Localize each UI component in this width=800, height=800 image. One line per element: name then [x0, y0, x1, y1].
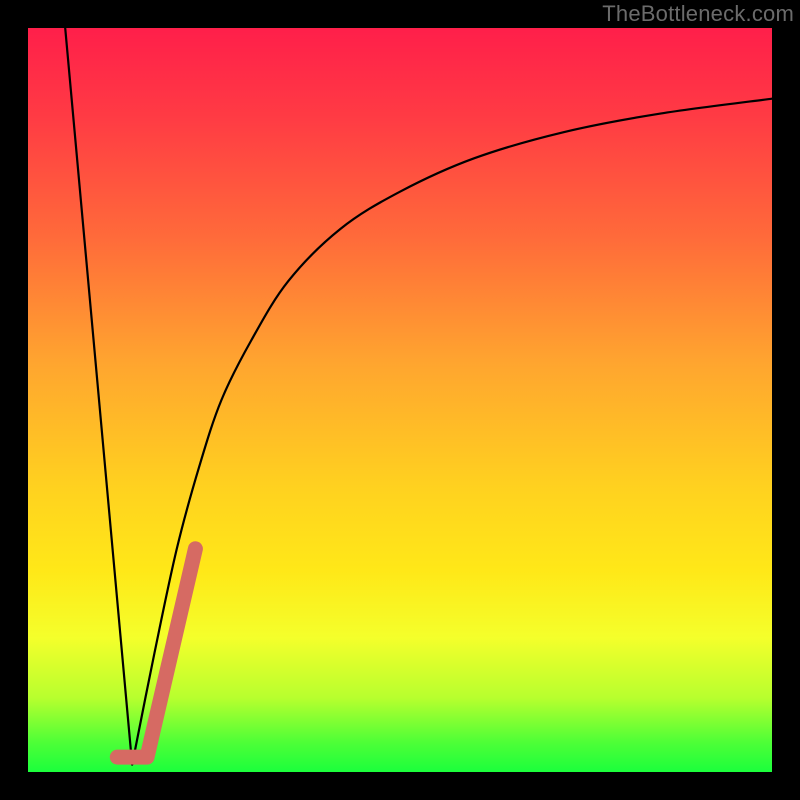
watermark-text: TheBottleneck.com — [602, 1, 794, 27]
series-left-vee-descent — [65, 28, 132, 765]
gradient-plot-area — [28, 28, 772, 772]
series-asymptotic-curve — [132, 99, 772, 765]
chart-frame: TheBottleneck.com — [0, 0, 800, 800]
curve-overlay — [28, 28, 772, 772]
